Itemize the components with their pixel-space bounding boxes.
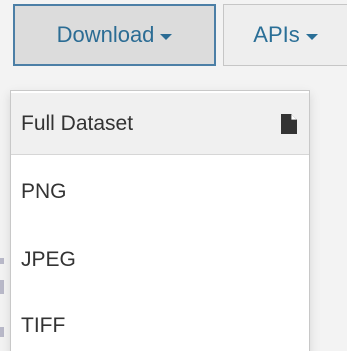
page: Download APIs Full Dataset PNG JPEG TIFF <box>0 0 347 351</box>
menu-item-label: PNG <box>21 180 67 203</box>
menu-item-tiff[interactable]: TIFF <box>11 297 309 351</box>
menu-item-label: TIFF <box>21 314 66 337</box>
menu-item-full-dataset[interactable]: Full Dataset <box>11 93 309 155</box>
download-button[interactable]: Download <box>13 4 216 66</box>
menu-item-jpeg[interactable]: JPEG <box>11 231 309 289</box>
caret-down-icon <box>160 33 173 40</box>
download-dropdown-menu: Full Dataset PNG JPEG TIFF <box>10 90 310 351</box>
file-icon <box>281 113 297 134</box>
caret-down-icon <box>305 33 318 40</box>
background-mark <box>0 280 4 294</box>
apis-button[interactable]: APIs <box>223 4 347 66</box>
apis-button-label: APIs <box>253 22 300 47</box>
download-button-label: Download <box>56 22 155 47</box>
background-mark <box>0 258 4 264</box>
background-mark <box>0 327 4 337</box>
menu-item-label: JPEG <box>21 248 76 271</box>
menu-item-png[interactable]: PNG <box>11 163 309 221</box>
menu-item-label: Full Dataset <box>21 111 134 135</box>
